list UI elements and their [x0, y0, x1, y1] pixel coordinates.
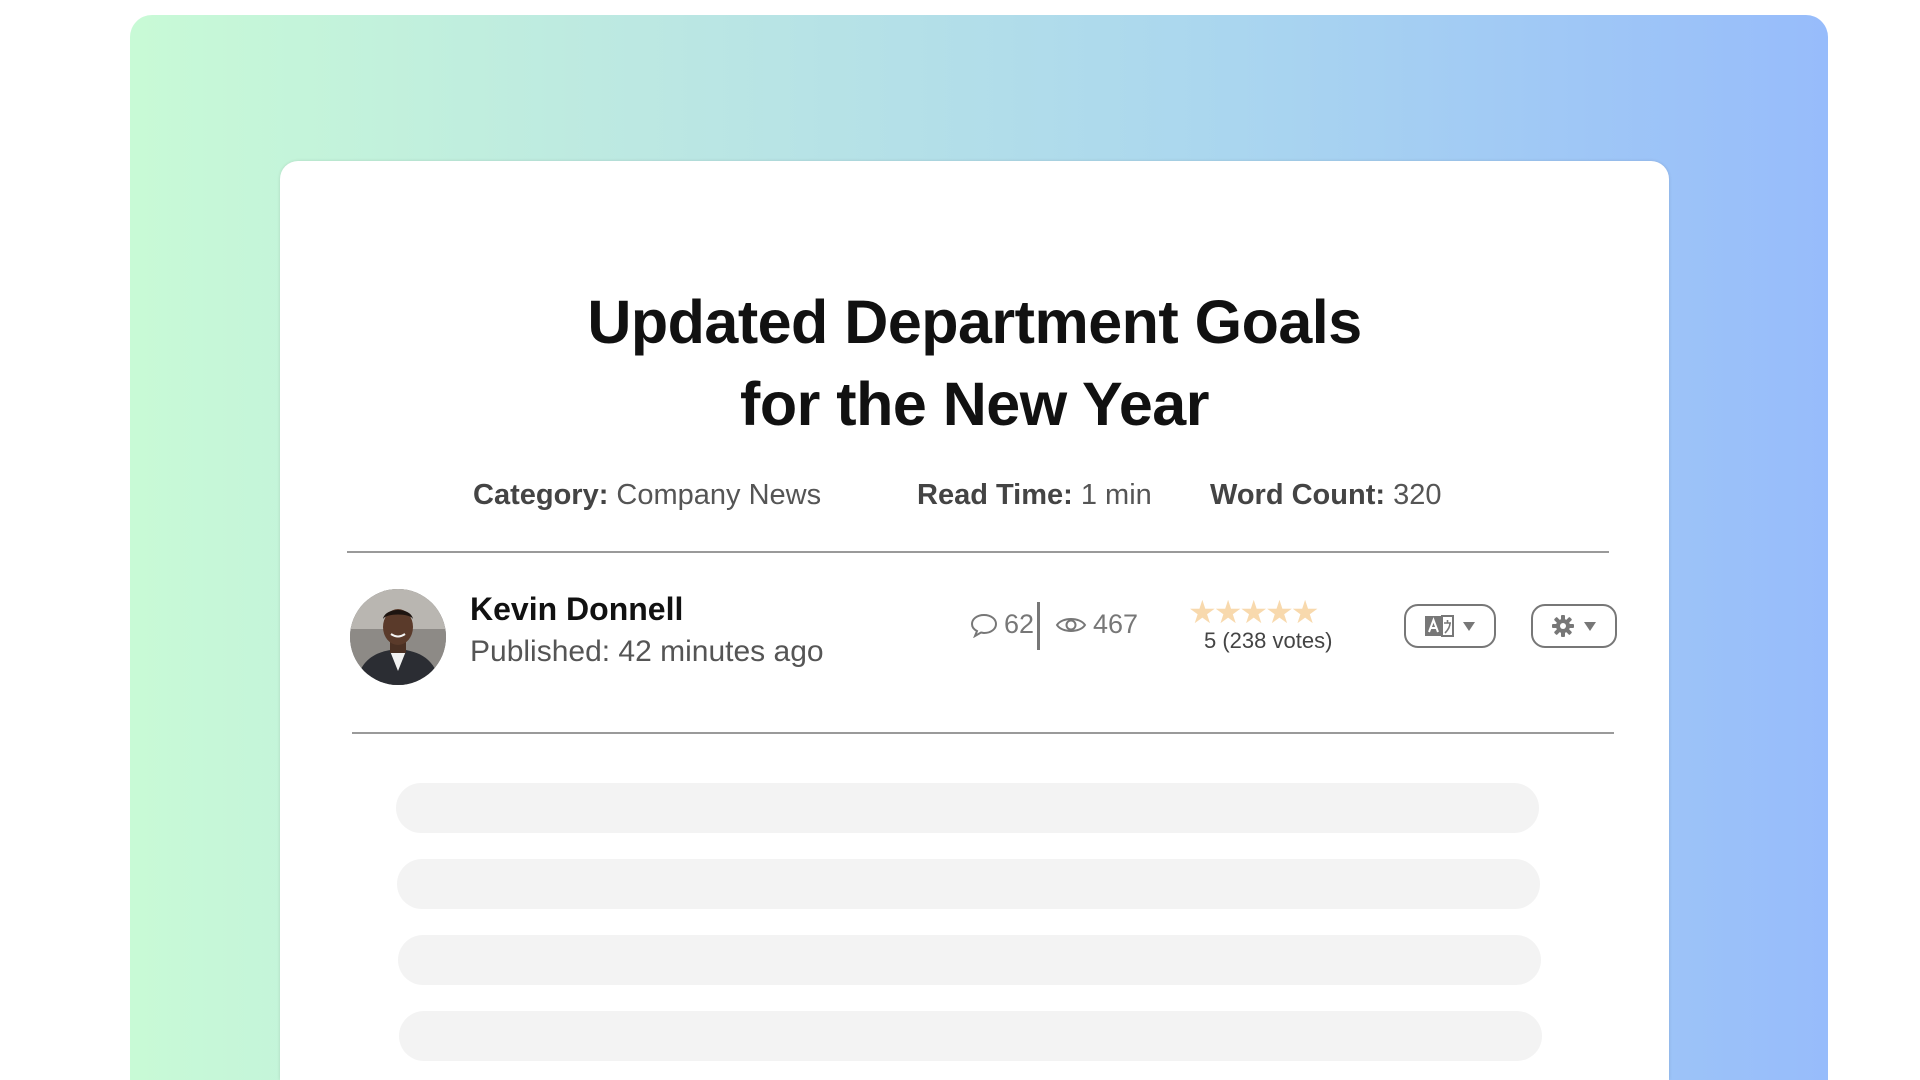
author-avatar[interactable]: [350, 589, 446, 685]
views-count: 467: [1093, 609, 1139, 639]
comments-count: 62: [1004, 609, 1035, 639]
caret-down-icon: [1463, 622, 1475, 631]
divider-top: [347, 551, 1609, 553]
article-card: Updated Department Goals for the New Yea…: [280, 161, 1669, 1080]
settings-dropdown-button[interactable]: [1531, 604, 1617, 648]
rating-stars[interactable]: ★★★★★: [1188, 593, 1319, 631]
views-stat: 467: [1055, 609, 1138, 640]
article-title: Updated Department Goals for the New Yea…: [280, 281, 1669, 445]
meta-category: Category: Company News: [473, 479, 821, 512]
skeleton-line: [396, 783, 1539, 833]
skeleton-line: [397, 859, 1540, 909]
title-line-2: for the New Year: [740, 370, 1209, 438]
word-count-value: 320: [1393, 479, 1442, 511]
gear-icon: [1552, 615, 1574, 637]
author-name[interactable]: Kevin Donnell: [470, 591, 683, 628]
word-count-label: Word Count:: [1210, 479, 1386, 511]
category-label: Category:: [473, 479, 609, 511]
eye-icon: [1055, 617, 1087, 632]
title-line-1: Updated Department Goals: [587, 288, 1362, 356]
divider-bottom: [352, 732, 1614, 734]
stats-separator: [1037, 602, 1040, 650]
translate-dropdown-button[interactable]: [1404, 604, 1496, 648]
comments-stat[interactable]: 62: [970, 609, 1034, 640]
published-time: Published: 42 minutes ago: [470, 635, 824, 668]
translate-icon: [1425, 615, 1454, 637]
rating-votes: 5 (238 votes): [1204, 628, 1333, 653]
avatar-image: [350, 589, 446, 685]
read-time-value: 1 min: [1080, 479, 1152, 511]
skeleton-line: [398, 935, 1541, 985]
category-value: Company News: [616, 479, 822, 511]
meta-read-time: Read Time: 1 min: [917, 479, 1152, 512]
meta-word-count: Word Count: 320: [1210, 479, 1441, 512]
comment-icon: [970, 613, 998, 638]
read-time-label: Read Time:: [917, 479, 1073, 511]
caret-down-icon: [1584, 622, 1596, 631]
skeleton-line: [399, 1011, 1542, 1061]
